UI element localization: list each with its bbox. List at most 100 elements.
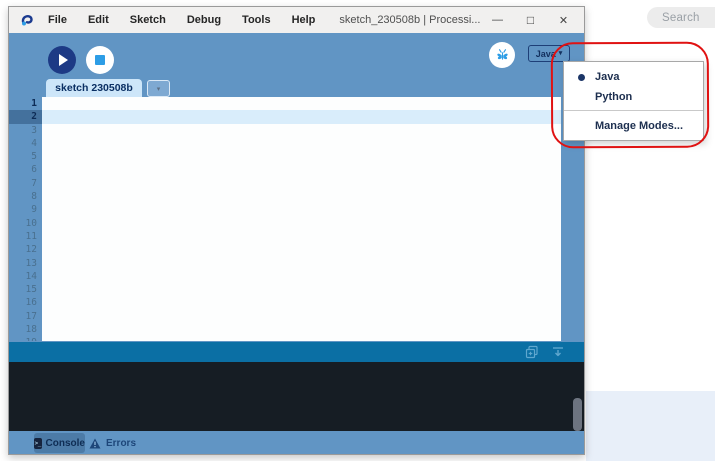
search-label: Search (662, 11, 700, 24)
code-area[interactable] (42, 123, 561, 137)
line-number[interactable]: 17 (9, 310, 42, 323)
play-icon (59, 54, 68, 66)
line-number[interactable]: 13 (9, 257, 42, 270)
code-area[interactable] (42, 163, 561, 177)
line-number[interactable]: 6 (9, 163, 42, 176)
tab-console[interactable]: >_ Console (34, 433, 85, 453)
window-title: sketch_230508b | Processi... (339, 14, 481, 26)
minimize-icon[interactable]: — (481, 7, 514, 33)
line-number[interactable]: 10 (9, 217, 42, 230)
code-area[interactable] (42, 216, 561, 230)
line-number[interactable]: 4 (9, 137, 42, 150)
chevron-down-icon: ▾ (156, 85, 161, 93)
line-number[interactable]: 3 (9, 124, 42, 137)
search-box[interactable]: Search (647, 7, 715, 28)
code-area[interactable] (42, 256, 561, 270)
menu-debug[interactable]: Debug (187, 14, 221, 26)
line-number[interactable]: 2 (9, 110, 42, 124)
titlebar: File Edit Sketch Debug Tools Help sketch… (9, 7, 584, 33)
butterfly-icon (496, 48, 508, 60)
console-output[interactable] (9, 362, 584, 431)
selected-bullet-icon (578, 73, 585, 81)
code-area[interactable] (42, 283, 561, 297)
code-area[interactable] (42, 150, 561, 164)
editor-line: 12 (9, 243, 561, 257)
mode-menu-item-manage-modes[interactable]: Manage Modes... (564, 115, 703, 136)
code-area[interactable] (42, 97, 561, 111)
line-number[interactable]: 19 (9, 336, 42, 341)
line-number[interactable]: 9 (9, 203, 42, 216)
editor-line: 14 (9, 269, 561, 284)
mode-menu-item-java[interactable]: Java (564, 67, 703, 87)
line-number[interactable]: 18 (9, 323, 42, 336)
code-area[interactable] (42, 309, 561, 324)
footer-tab-bar: >_ Console Errors (9, 431, 584, 455)
editor-line: 11 (9, 229, 561, 244)
processing-window: File Edit Sketch Debug Tools Help sketch… (8, 6, 585, 455)
mode-menu-item-label: Manage Modes... (595, 119, 684, 132)
line-number[interactable]: 12 (9, 243, 42, 256)
code-area[interactable] (42, 203, 561, 217)
code-area[interactable] (42, 243, 561, 257)
menu-edit[interactable]: Edit (88, 14, 109, 26)
sketch-tab[interactable]: sketch 230508b (46, 79, 142, 97)
line-number[interactable]: 14 (9, 270, 42, 283)
line-number[interactable]: 1 (9, 97, 42, 110)
terminal-icon: >_ (34, 437, 42, 449)
menu-file[interactable]: File (48, 14, 67, 26)
editor-line: 8 (9, 190, 561, 204)
code-area[interactable] (42, 323, 561, 337)
stop-button[interactable] (86, 46, 114, 74)
clear-console-icon[interactable] (551, 345, 565, 359)
maximize-icon[interactable]: □ (514, 7, 547, 33)
debug-button[interactable] (489, 42, 515, 68)
editor-line-current: 2 (9, 110, 561, 124)
close-icon[interactable]: ✕ (547, 7, 580, 33)
menu-tools[interactable]: Tools (242, 14, 271, 26)
editor-line: 13 (9, 256, 561, 270)
editor-line: 15 (9, 283, 561, 297)
tab-menu-button[interactable]: ▾ (147, 80, 170, 97)
line-number[interactable]: 7 (9, 177, 42, 190)
editor-line: 7 (9, 176, 561, 191)
line-number[interactable]: 5 (9, 150, 42, 163)
sketch-tab-label: sketch 230508b (55, 82, 133, 94)
code-area[interactable] (42, 110, 561, 124)
code-area[interactable] (42, 176, 561, 191)
menu-sketch[interactable]: Sketch (130, 14, 166, 26)
tab-errors[interactable]: Errors (89, 433, 136, 453)
chevron-down-icon: ▾ (558, 50, 563, 57)
mode-menu-item-label: Java (595, 71, 620, 83)
editor-line: 10 (9, 216, 561, 230)
mode-selector-label: Java (535, 48, 556, 59)
console-scrollbar[interactable] (573, 398, 582, 431)
menu-separator (564, 110, 703, 111)
editor-line: 5 (9, 150, 561, 164)
line-number[interactable]: 16 (9, 296, 42, 309)
menubar: File Edit Sketch Debug Tools Help (48, 14, 315, 26)
code-area[interactable] (42, 269, 561, 284)
menu-help[interactable]: Help (292, 14, 316, 26)
editor-line: 4 (9, 136, 561, 151)
code-editor[interactable]: 1 2 3 4 5 6 7 8 9 10 11 12 13 14 15 16 1… (9, 97, 561, 341)
code-area[interactable] (42, 229, 561, 244)
mode-selector-button[interactable]: Java ▾ (528, 45, 570, 62)
editor-line: 18 (9, 323, 561, 337)
warning-icon (89, 438, 101, 448)
mode-menu-item-python[interactable]: Python (564, 87, 703, 107)
editor-line: 9 (9, 203, 561, 217)
line-number[interactable]: 11 (9, 230, 42, 243)
stop-icon (95, 55, 105, 65)
code-area[interactable] (42, 336, 561, 341)
code-area[interactable] (42, 136, 561, 151)
copy-console-icon[interactable] (525, 345, 539, 359)
console-tab-label: Console (45, 437, 85, 449)
editor-line: 16 (9, 296, 561, 310)
line-number[interactable]: 15 (9, 283, 42, 296)
editor-line: 6 (9, 163, 561, 177)
line-number[interactable]: 8 (9, 190, 42, 203)
processing-logo-icon (21, 15, 33, 26)
code-area[interactable] (42, 296, 561, 310)
run-button[interactable] (48, 46, 76, 74)
code-area[interactable] (42, 190, 561, 204)
